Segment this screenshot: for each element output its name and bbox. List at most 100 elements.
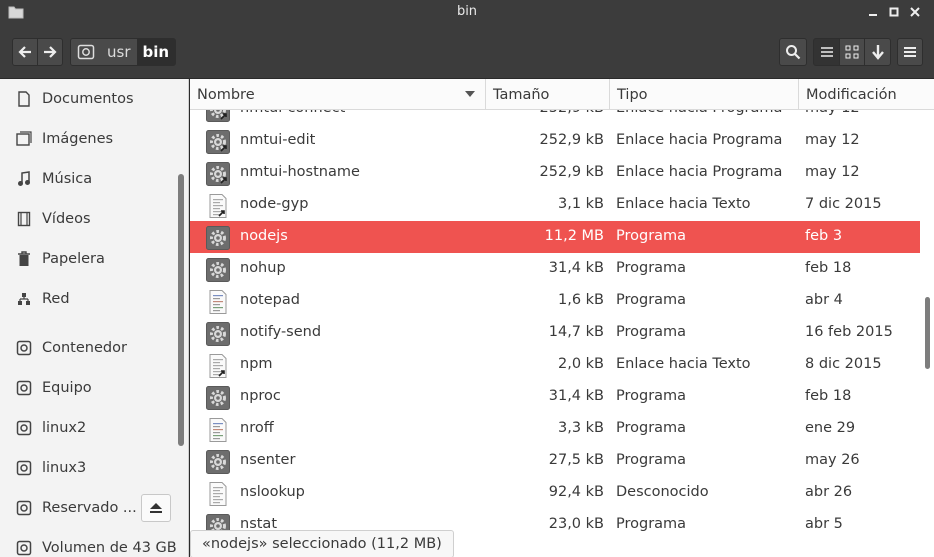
file-modified: may 12	[805, 164, 860, 180]
sidebar-item-label: linux3	[42, 460, 87, 476]
drive-icon	[16, 340, 32, 356]
path-usr-button[interactable]: usr	[101, 39, 137, 65]
executable-link-icon	[206, 130, 230, 154]
file-size: 31,4 kB	[548, 388, 604, 404]
file-type: Programa	[616, 388, 687, 404]
column-label: Modificación	[806, 86, 897, 103]
sidebar-item-volumen[interactable]: Volumen de 43 GB	[0, 528, 178, 557]
menu-button[interactable]	[897, 38, 923, 66]
file-size: 14,7 kB	[548, 324, 604, 340]
eject-button[interactable]	[141, 494, 171, 522]
sidebar-item-musica[interactable]: Música	[0, 159, 178, 199]
list-scrollbar[interactable]	[925, 297, 930, 369]
sidebar-item-videos[interactable]: Vídeos	[0, 199, 178, 239]
file-row[interactable]: node-gyp 3,1 kB Enlace hacia Texto 7 dic 20…	[190, 189, 920, 221]
file-name: nsenter	[240, 452, 296, 468]
sidebar-item-linux2[interactable]: linux2	[0, 408, 178, 448]
file-row[interactable]: npm 2,0 kB Enlace hacia Texto 8 dic 2015	[190, 349, 920, 381]
sidebar-item-label: Música	[42, 171, 93, 187]
file-size: 3,3 kB	[557, 420, 604, 436]
sidebar-item-documentos[interactable]: Documentos	[0, 79, 178, 119]
sidebar: Documentos Imágenes Música Vídeos Papele…	[0, 79, 189, 557]
close-button[interactable]	[906, 4, 924, 22]
file-size: 92,4 kB	[548, 484, 604, 500]
column-header-tipo[interactable]: Tipo	[610, 79, 799, 110]
search-button[interactable]	[779, 38, 807, 66]
sort-descending-icon	[465, 91, 475, 97]
back-button[interactable]	[12, 38, 38, 66]
file-modified: may 12	[805, 132, 860, 148]
sidebar-item-imagenes[interactable]: Imágenes	[0, 119, 178, 159]
list-view-button[interactable]	[813, 38, 840, 66]
forward-button[interactable]	[37, 38, 63, 66]
file-row[interactable]: nmtui-edit 252,9 kB Enlace hacia Programa m…	[190, 125, 920, 157]
path-root-button[interactable]	[71, 39, 101, 65]
file-modified: abr 4	[805, 292, 843, 308]
window-title: bin	[456, 4, 478, 19]
file-row[interactable]: nohup 31,4 kB Programa feb 18	[190, 253, 920, 285]
file-size: 31,4 kB	[548, 260, 604, 276]
executable-link-icon	[206, 110, 230, 122]
file-type: Programa	[616, 452, 687, 468]
grid-view-button[interactable]	[839, 38, 865, 66]
maximize-button[interactable]	[885, 4, 903, 22]
executable-icon	[206, 322, 230, 346]
file-modified: abr 5	[805, 516, 843, 532]
file-row[interactable]: nmtui-connect 252,9 kB Enlace hacia Progra…	[190, 110, 920, 125]
file-name: nroff	[240, 420, 274, 436]
sidebar-item-label: Red	[42, 291, 70, 307]
file-modified: feb 18	[805, 260, 852, 276]
file-row[interactable]: nmtui-hostname 252,9 kB Enlace hacia Progr…	[190, 157, 920, 189]
sidebar-item-label: linux2	[42, 420, 87, 436]
toolbar: usr bin	[0, 26, 934, 79]
sidebar-item-papelera[interactable]: Papelera	[0, 239, 178, 279]
sidebar-item-label: Imágenes	[42, 131, 114, 147]
file-row[interactable]: notify-send 14,7 kB Programa 16 feb 2015	[190, 317, 920, 349]
drive-icon	[16, 500, 32, 516]
path-bin-button[interactable]: bin	[136, 39, 176, 65]
file-modified: 16 feb 2015	[805, 324, 893, 340]
image-icon	[16, 131, 32, 147]
file-row[interactable]: nproc 31,4 kB Programa feb 18	[190, 381, 920, 413]
sort-options-button[interactable]	[864, 38, 891, 66]
column-header-tamano[interactable]: Tamaño	[486, 79, 610, 110]
file-row[interactable]: nodejs 11,2 MB Programa feb 3	[190, 221, 920, 253]
arrow-left-icon	[18, 46, 31, 58]
file-list-view: Nombre Tamaño Tipo Modificación nmtui-co…	[190, 79, 934, 557]
sidebar-item-label: Equipo	[42, 380, 92, 396]
sidebar-item-red[interactable]: Red	[0, 279, 178, 319]
file-name: node-gyp	[240, 196, 309, 212]
file-type: Programa	[616, 516, 687, 532]
file-size: 252,9 kB	[486, 110, 604, 116]
sidebar-item-equipo[interactable]: Equipo	[0, 368, 178, 408]
sidebar-item-label: Reservado ...	[42, 500, 137, 516]
file-row[interactable]: notepad 1,6 kB Programa abr 4	[190, 285, 920, 317]
file-type: Programa	[616, 420, 687, 436]
column-header-nombre[interactable]: Nombre	[190, 79, 486, 110]
file-modified: 7 dic 2015	[805, 196, 882, 212]
file-row[interactable]: nslookup 92,4 kB Desconocido abr 26	[190, 477, 920, 509]
sidebar-item-linux3[interactable]: linux3	[0, 448, 178, 488]
sidebar-item-label: Papelera	[42, 251, 105, 267]
file-name: nmtui-connect	[240, 110, 345, 116]
minimize-icon	[869, 14, 877, 16]
executable-icon	[206, 226, 230, 250]
file-type: Programa	[616, 260, 687, 276]
sidebar-scrollbar[interactable]	[178, 174, 184, 446]
file-row[interactable]: nroff 3,3 kB Programa ene 29	[190, 413, 920, 445]
sidebar-item-contenedor[interactable]: Contenedor	[0, 328, 178, 368]
minimize-button[interactable]	[864, 4, 882, 22]
drive-icon	[16, 380, 32, 396]
executable-icon	[206, 258, 230, 282]
file-size: 27,5 kB	[548, 452, 604, 468]
file-row[interactable]: nsenter 27,5 kB Programa may 26	[190, 445, 920, 477]
executable-icon	[206, 386, 230, 410]
file-modified: abr 26	[805, 484, 853, 500]
column-label: Nombre	[197, 86, 255, 103]
sidebar-item-label: Volumen de 43 GB	[42, 540, 177, 556]
column-header-modificacion[interactable]: Modificación	[799, 79, 934, 110]
column-header: Nombre Tamaño Tipo Modificación	[190, 79, 934, 110]
sidebar-item-label: Vídeos	[42, 211, 91, 227]
path-bar: usr bin	[70, 38, 177, 66]
drive-icon	[16, 460, 32, 476]
